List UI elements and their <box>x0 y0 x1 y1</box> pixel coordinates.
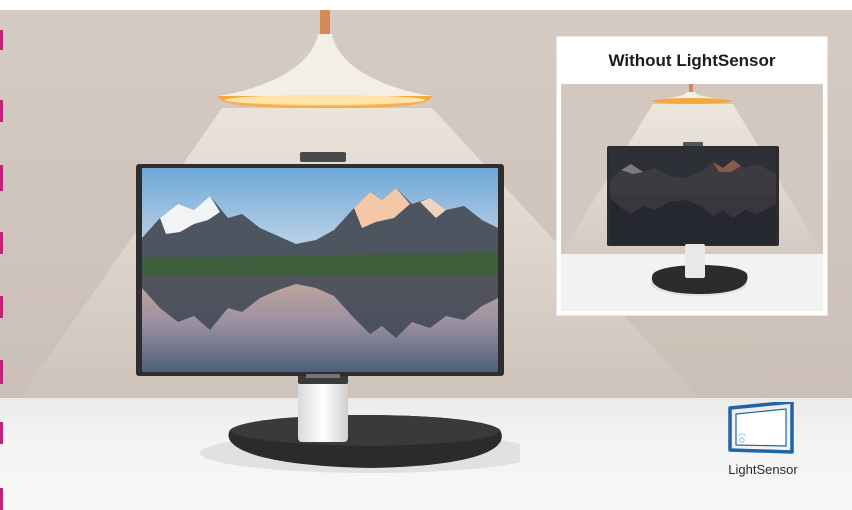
pendant-lamp <box>218 34 432 108</box>
lightsensor-badge: LightSensor <box>713 402 813 482</box>
comparison-inset: Without LightSensor <box>557 37 827 315</box>
lightsensor-label: LightSensor <box>728 462 798 477</box>
main-monitor <box>136 152 520 473</box>
product-scene: Without LightSensor LightSensor <box>0 0 852 510</box>
inset-title: Without LightSensor <box>608 51 776 70</box>
lightsensor-icon <box>728 402 794 454</box>
inset-scene <box>561 84 823 311</box>
